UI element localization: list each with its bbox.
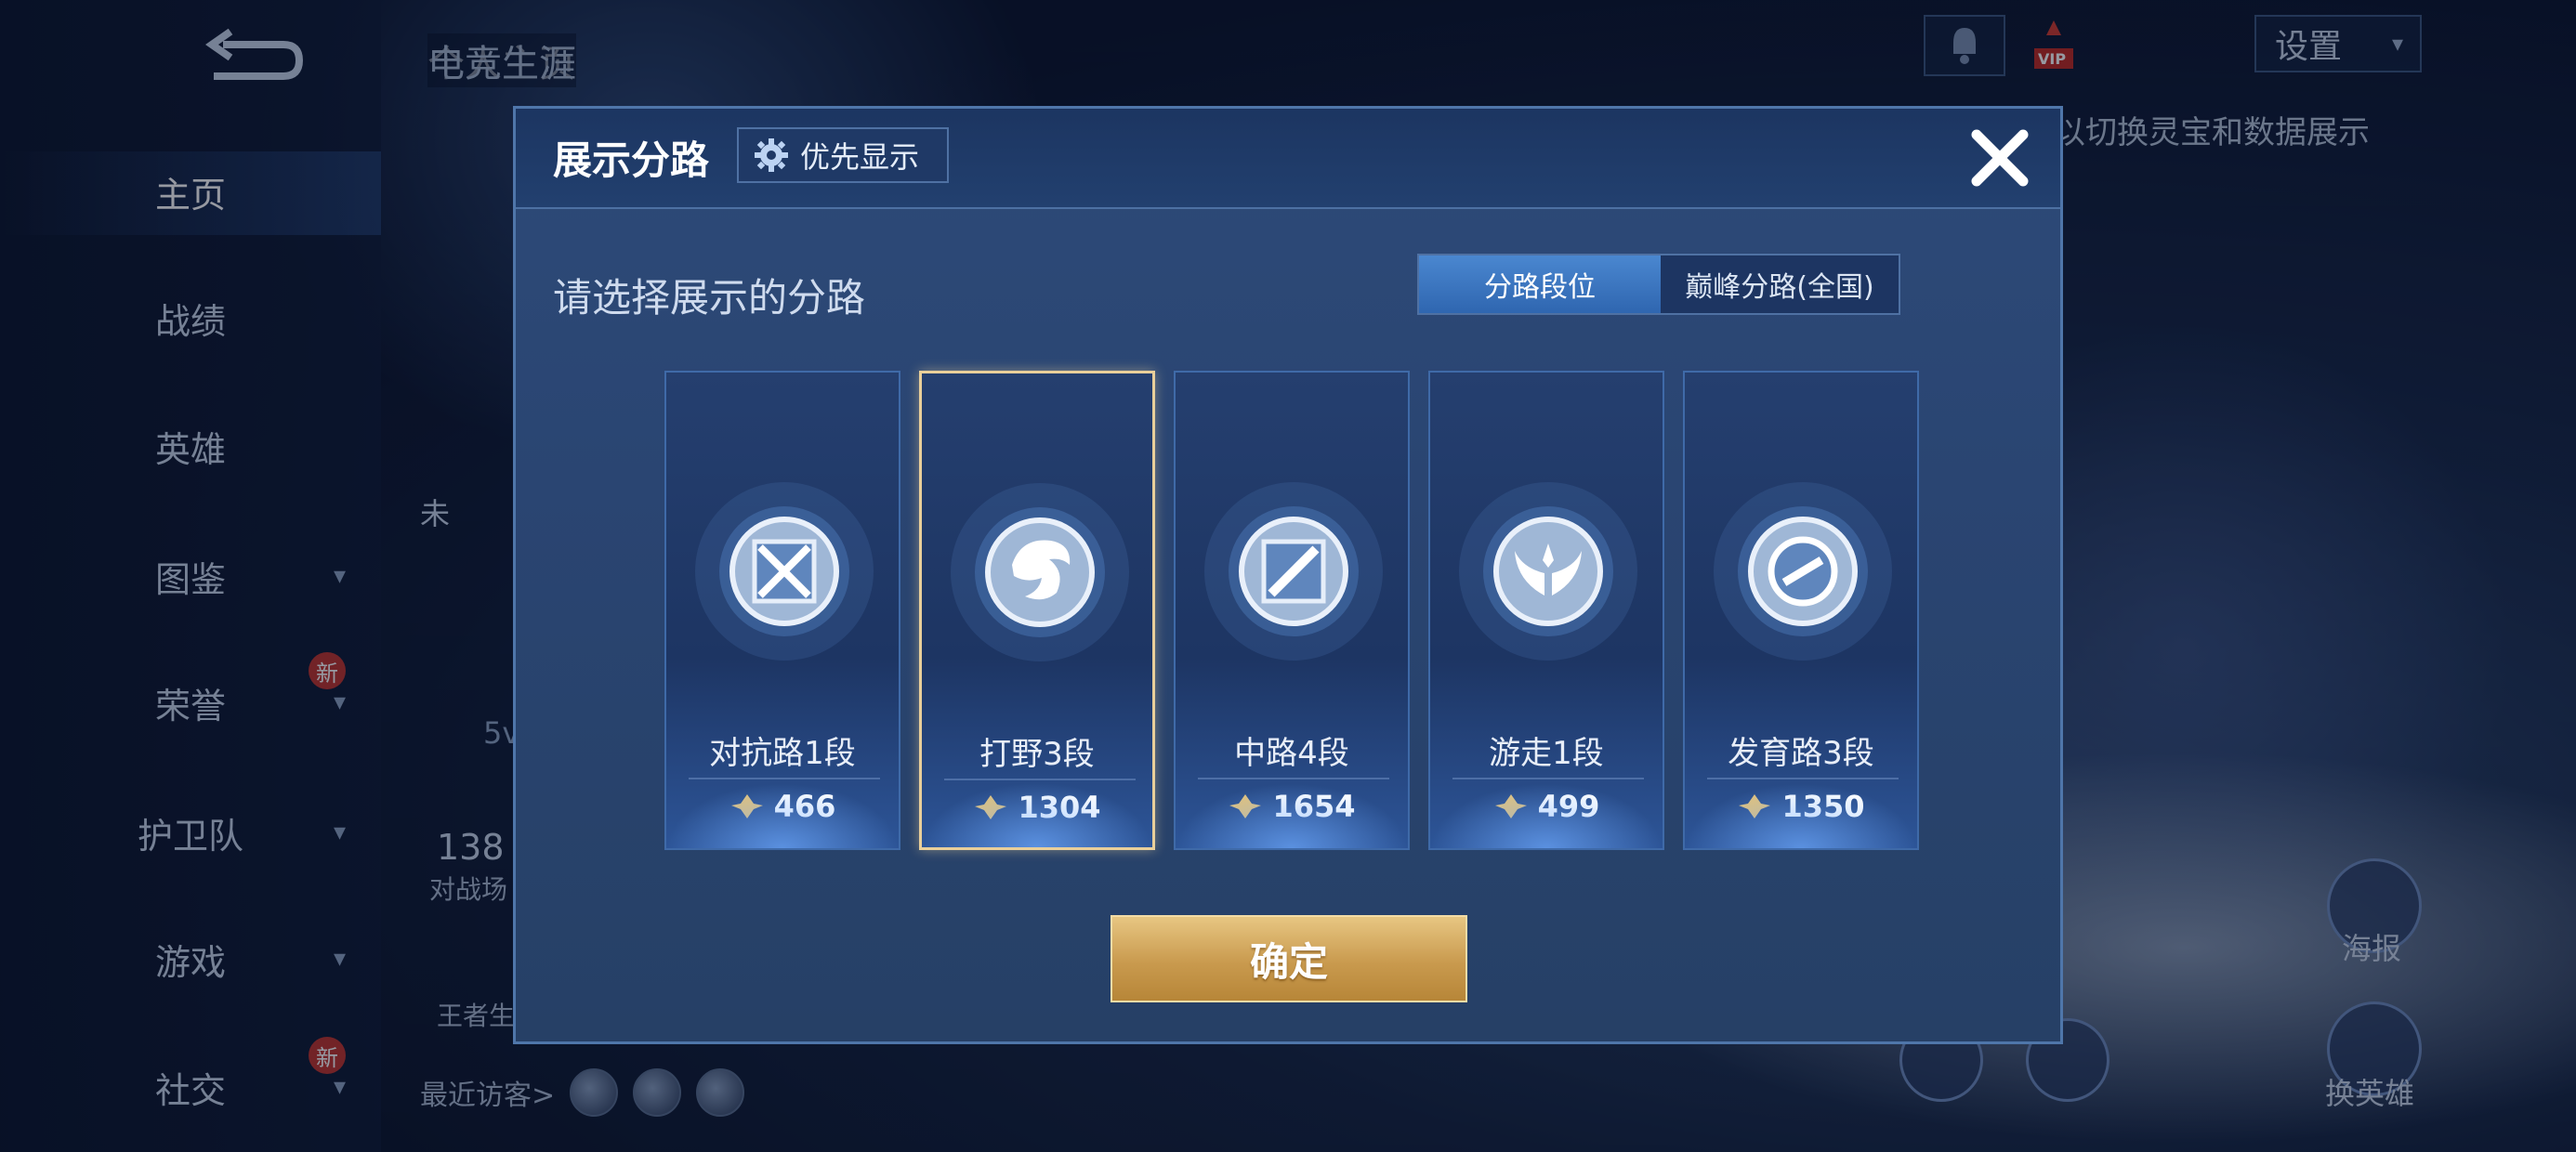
divider [1707, 778, 1899, 779]
wolf-head-icon [951, 483, 1129, 661]
lane-rank: 中路4段 [1234, 735, 1349, 772]
select-prompt: 请选择展示的分路 [553, 275, 866, 321]
card-glow [1430, 783, 1663, 848]
staff-icon [1204, 482, 1383, 661]
lane-card-roam[interactable]: 游走1段 499 [1428, 371, 1664, 850]
confirm-button[interactable]: 确定 [1111, 915, 1467, 1002]
lane-card-top[interactable]: 对抗路1段 466 [664, 371, 900, 850]
gear-icon [755, 138, 788, 172]
lane-rank: 发育路3段 [1728, 735, 1874, 772]
divider [1198, 778, 1389, 779]
lane-card-mid[interactable]: 中路4段 1654 [1174, 371, 1410, 850]
lane-rank: 游走1段 [1489, 735, 1604, 772]
display-mode-toggle: 分路段位 巅峰分路(全国) [1417, 254, 1900, 315]
divider [1452, 778, 1644, 779]
lane-rank: 对抗路1段 [709, 735, 856, 772]
dialog-title: 展示分路 [553, 137, 710, 183]
card-glow [1176, 783, 1408, 848]
lane-card-jungle[interactable]: 打野3段 1304 [919, 371, 1155, 850]
lane-display-dialog: 展示分路 优先显示 请选择展示的分路 分路段位 巅峰分路(全国) 对抗路1段 打… [513, 106, 2063, 1044]
tab-lane-rank[interactable]: 分路段位 [1419, 255, 1661, 313]
lane-rank: 打野3段 [979, 736, 1095, 773]
tab-peak-lane-national[interactable]: 巅峰分路(全国) [1661, 255, 1899, 313]
target-icon [1714, 482, 1892, 661]
card-glow [922, 782, 1152, 847]
wings-icon [1459, 482, 1637, 661]
close-icon[interactable] [1967, 125, 2032, 190]
card-glow [666, 783, 899, 848]
priority-display-button[interactable]: 优先显示 [737, 127, 949, 183]
lane-card-bottom[interactable]: 发育路3段 1350 [1683, 371, 1919, 850]
priority-button-label: 优先显示 [800, 139, 920, 175]
crossed-swords-icon [695, 482, 874, 661]
dialog-header: 展示分路 优先显示 [516, 109, 2060, 209]
divider [689, 778, 880, 779]
divider [944, 779, 1136, 780]
card-glow [1685, 783, 1917, 848]
